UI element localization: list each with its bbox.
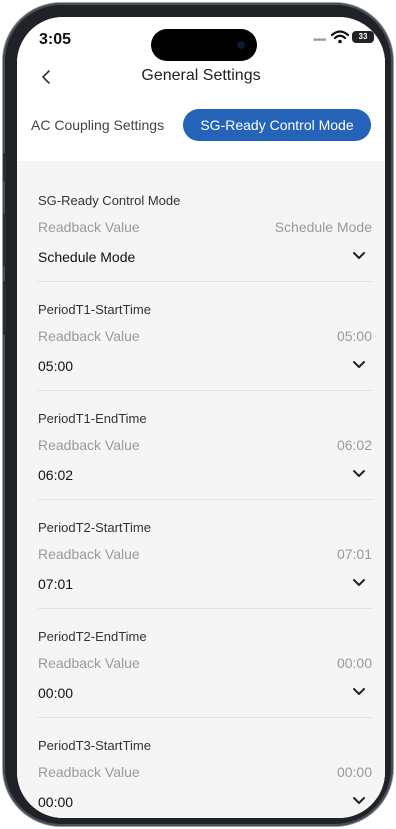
- readback-value: 07:01: [336, 546, 372, 562]
- wifi-icon: [331, 30, 349, 44]
- readback-label: Readback Value: [38, 219, 140, 235]
- status-time: 3:05: [39, 31, 72, 48]
- divider: [38, 608, 372, 609]
- setting-label: PeriodT2-StartTime: [38, 520, 151, 535]
- readback-label: Readback Value: [38, 655, 140, 671]
- divider: [38, 281, 372, 282]
- chevron-down-icon[interactable]: [352, 796, 366, 806]
- select-value[interactable]: 00:00: [38, 794, 73, 810]
- divider: [38, 499, 372, 500]
- setting-period-t3-start-time: PeriodT3-StartTime Readback Value 00:00 …: [38, 738, 372, 818]
- chevron-down-icon[interactable]: [352, 687, 366, 697]
- readback-label: Readback Value: [38, 328, 140, 344]
- readback-value: 00:00: [336, 764, 372, 780]
- camera-icon: [237, 41, 245, 49]
- readback-label: Readback Value: [38, 546, 140, 562]
- select-value[interactable]: 00:00: [38, 685, 73, 701]
- chevron-down-icon[interactable]: [352, 578, 366, 588]
- readback-value: Schedule Mode: [274, 219, 372, 235]
- chevron-down-icon[interactable]: [352, 469, 366, 479]
- setting-label: PeriodT1-EndTime: [38, 411, 147, 426]
- dynamic-island: [151, 29, 257, 61]
- select-value[interactable]: 05:00: [38, 358, 73, 374]
- setting-period-t1-end-time: PeriodT1-EndTime Readback Value 06:02 06…: [38, 411, 372, 519]
- readback-value: 05:00: [336, 328, 372, 344]
- setting-period-t2-end-time: PeriodT2-EndTime Readback Value 00:00 00…: [38, 629, 372, 737]
- cellular-signal-icon: •••••: [313, 35, 326, 46]
- divider: [38, 390, 372, 391]
- readback-label: Readback Value: [38, 764, 140, 780]
- readback-label: Readback Value: [38, 437, 140, 453]
- setting-label: PeriodT2-EndTime: [38, 629, 147, 644]
- status-bar: 3:05 ••••• 33: [17, 17, 385, 61]
- select-value[interactable]: Schedule Mode: [38, 249, 135, 265]
- chevron-down-icon[interactable]: [352, 360, 366, 370]
- volume-down-button: [3, 281, 6, 335]
- page-title: General Settings: [141, 67, 261, 84]
- tab-ac-coupling-settings[interactable]: AC Coupling Settings: [31, 109, 164, 141]
- setting-sg-ready-control-mode: SG-Ready Control Mode Readback Value Sch…: [38, 193, 372, 301]
- settings-list: SG-Ready Control Mode Readback Value Sch…: [17, 169, 385, 818]
- volume-up-button: [3, 213, 6, 267]
- setting-period-t1-start-time: PeriodT1-StartTime Readback Value 05:00 …: [38, 302, 372, 410]
- tab-sg-ready-control-mode[interactable]: SG-Ready Control Mode: [183, 109, 371, 141]
- divider: [38, 717, 372, 718]
- setting-label: PeriodT1-StartTime: [38, 302, 151, 317]
- readback-value: 00:00: [336, 655, 372, 671]
- tab-bar: AC Coupling Settings SG-Ready Control Mo…: [17, 109, 385, 141]
- select-value[interactable]: 06:02: [38, 467, 73, 483]
- select-value[interactable]: 07:01: [38, 576, 73, 592]
- action-button: [3, 153, 6, 181]
- setting-label: SG-Ready Control Mode: [38, 193, 181, 208]
- battery-icon: 33: [352, 31, 374, 43]
- nav-bar: General Settings: [17, 65, 385, 95]
- readback-value: 06:02: [336, 437, 372, 453]
- setting-label: PeriodT3-StartTime: [38, 738, 151, 753]
- screen: 3:05 ••••• 33 General Settings AC Coupli…: [17, 17, 385, 818]
- setting-period-t2-start-time: PeriodT2-StartTime Readback Value 07:01 …: [38, 520, 372, 628]
- chevron-down-icon[interactable]: [352, 251, 366, 261]
- phone-frame: 3:05 ••••• 33 General Settings AC Coupli…: [3, 3, 393, 826]
